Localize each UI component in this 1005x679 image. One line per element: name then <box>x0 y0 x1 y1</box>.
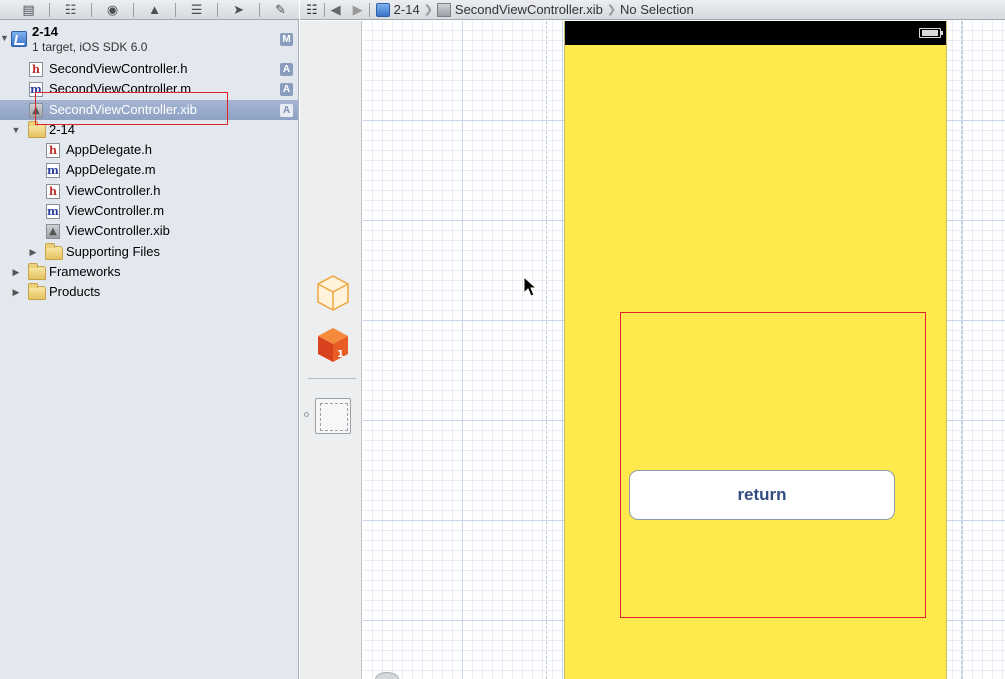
scm-status-badge: A <box>280 103 293 117</box>
simulated-status-bar <box>565 21 946 45</box>
xib-file-icon: ▲ <box>29 102 43 118</box>
disclosure-closed-icon[interactable]: ▶ <box>11 262 21 282</box>
folder-icon <box>28 262 46 280</box>
file-name: ViewController.xib <box>66 223 170 239</box>
toolbar-divider <box>49 2 50 17</box>
svg-text:1: 1 <box>337 349 344 360</box>
view-object-icon[interactable] <box>315 398 351 434</box>
implementation-file-icon: m <box>29 82 43 98</box>
device-view[interactable] <box>564 21 947 679</box>
group-row-frameworks[interactable]: ▶ Frameworks <box>0 262 298 282</box>
disclosure-closed-icon[interactable]: ▶ <box>28 242 38 262</box>
toolbar-divider <box>91 2 92 17</box>
file-name: AppDelegate.m <box>66 162 156 178</box>
project-subtitle: 1 target, iOS SDK 6.0 <box>32 40 148 54</box>
file-row-secondviewcontroller-m[interactable]: m SecondViewController.m A <box>0 79 298 99</box>
breadcrumb-project[interactable]: 2-14 <box>375 1 420 18</box>
header-file-icon: h <box>46 183 60 199</box>
dock-dot-icon <box>304 412 309 417</box>
group-row-products[interactable]: ▶ Products <box>0 282 298 302</box>
battery-icon <box>919 28 943 38</box>
file-row-secondviewcontroller-h[interactable]: h SecondViewController.h A <box>0 59 298 79</box>
return-button[interactable]: return <box>629 470 895 520</box>
navigator-toolbar: ▤ ☷ ◉ ▲ ☰ ➤ ✎ <box>0 0 299 20</box>
chevron-right-icon: ❯ <box>606 4 617 16</box>
header-file-icon: h <box>46 143 60 159</box>
xib-file-icon <box>436 3 451 18</box>
project-icon <box>11 31 27 47</box>
canvas-guide-line <box>546 21 547 679</box>
breadcrumb-project-label: 2-14 <box>393 1 420 17</box>
file-name: AppDelegate.h <box>66 142 153 158</box>
breakpoint-icon[interactable]: ➤ <box>220 1 257 19</box>
breadcrumb-file[interactable]: SecondViewController.xib <box>436 1 603 18</box>
scm-status-badge: A <box>280 83 293 97</box>
header-file-icon: h <box>29 62 43 77</box>
log-icon[interactable]: ✎ <box>262 1 299 19</box>
hierarchy-icon[interactable]: ☷ <box>52 1 89 19</box>
disclosure-open-icon[interactable]: ▼ <box>11 120 21 140</box>
canvas-guide-line <box>961 21 962 679</box>
file-name: ViewController.m <box>66 203 165 219</box>
xib-file-icon: ▲ <box>46 224 60 240</box>
scm-status-badge: A <box>280 63 293 76</box>
group-name: Products <box>49 284 101 300</box>
implementation-file-icon: m <box>46 163 60 179</box>
file-row-appdelegate-h[interactable]: h AppDelegate.h <box>0 140 298 160</box>
toolbar-divider <box>133 2 134 17</box>
folder-icon <box>45 242 63 260</box>
zoom-control-icon[interactable] <box>375 672 399 679</box>
file-tree: ▼ 2-14 1 target, iOS SDK 6.0 M h SecondV… <box>0 21 298 303</box>
file-row-viewcontroller-xib[interactable]: ▲ ViewController.xib <box>0 221 298 241</box>
project-row[interactable]: ▼ 2-14 1 target, iOS SDK 6.0 M <box>0 21 298 59</box>
implementation-file-icon: m <box>46 204 60 220</box>
file-name: SecondViewController.xib <box>49 101 197 117</box>
toolbar-divider <box>217 2 218 17</box>
project-navigator: ▤ ☷ ◉ ▲ ☰ ➤ ✎ ▼ 2-14 1 target, iOS SDK 6… <box>0 0 299 679</box>
disclosure-closed-icon[interactable]: ▶ <box>11 282 21 302</box>
group-name: Frameworks <box>49 263 121 279</box>
toolbar-divider <box>175 2 176 17</box>
toolbar-divider <box>259 2 260 17</box>
project-name: 2-14 <box>32 24 59 39</box>
breadcrumb: 2-14 ❯ SecondViewController.xib ❯ No Sel… <box>370 0 700 20</box>
file-name: SecondViewController.h <box>49 61 188 76</box>
file-row-viewcontroller-m[interactable]: m ViewController.m <box>0 201 298 221</box>
files-owner-icon[interactable] <box>316 274 350 312</box>
chevron-right-icon: ❯ <box>423 4 433 16</box>
file-row-viewcontroller-h[interactable]: h ViewController.h <box>0 181 298 201</box>
file-name: ViewController.h <box>66 182 161 198</box>
related-items-icon[interactable]: ☷ <box>300 0 324 20</box>
dock-divider <box>308 378 356 379</box>
mouse-cursor-icon <box>523 276 537 297</box>
jump-bar: ☷ ◀ ▶ 2-14 ❯ SecondViewController.xib ❯ … <box>300 0 1005 20</box>
group-row-2-14[interactable]: ▼ 2-14 <box>0 120 298 140</box>
group-name: Supporting Files <box>66 243 160 259</box>
folder-icon <box>28 120 46 138</box>
file-row-appdelegate-m[interactable]: m AppDelegate.m <box>0 160 298 180</box>
disclosure-open-icon[interactable]: ▼ <box>0 33 9 43</box>
folder-icon <box>28 283 46 301</box>
forward-arrow-icon[interactable]: ▶ <box>347 0 369 20</box>
warning-icon[interactable]: ▲ <box>136 1 173 19</box>
back-arrow-icon[interactable]: ◀ <box>325 0 347 20</box>
file-row-secondviewcontroller-xib[interactable]: ▲ SecondViewController.xib A <box>0 99 298 120</box>
project-icon <box>375 3 390 18</box>
folder-icon[interactable]: ▤ <box>10 1 47 19</box>
file-name: SecondViewController.m <box>49 81 192 97</box>
group-row-supporting-files[interactable]: ▶ Supporting Files <box>0 242 298 262</box>
breadcrumb-selection[interactable]: No Selection <box>620 2 694 17</box>
group-name: 2-14 <box>49 121 76 137</box>
scm-status-badge: M <box>280 33 293 46</box>
list-icon[interactable]: ☰ <box>178 1 215 19</box>
first-responder-icon[interactable]: 1 <box>316 326 350 364</box>
search-icon[interactable]: ◉ <box>94 1 131 19</box>
interface-builder-dock: 1 <box>300 21 362 679</box>
breadcrumb-file-label: SecondViewController.xib <box>454 1 603 17</box>
